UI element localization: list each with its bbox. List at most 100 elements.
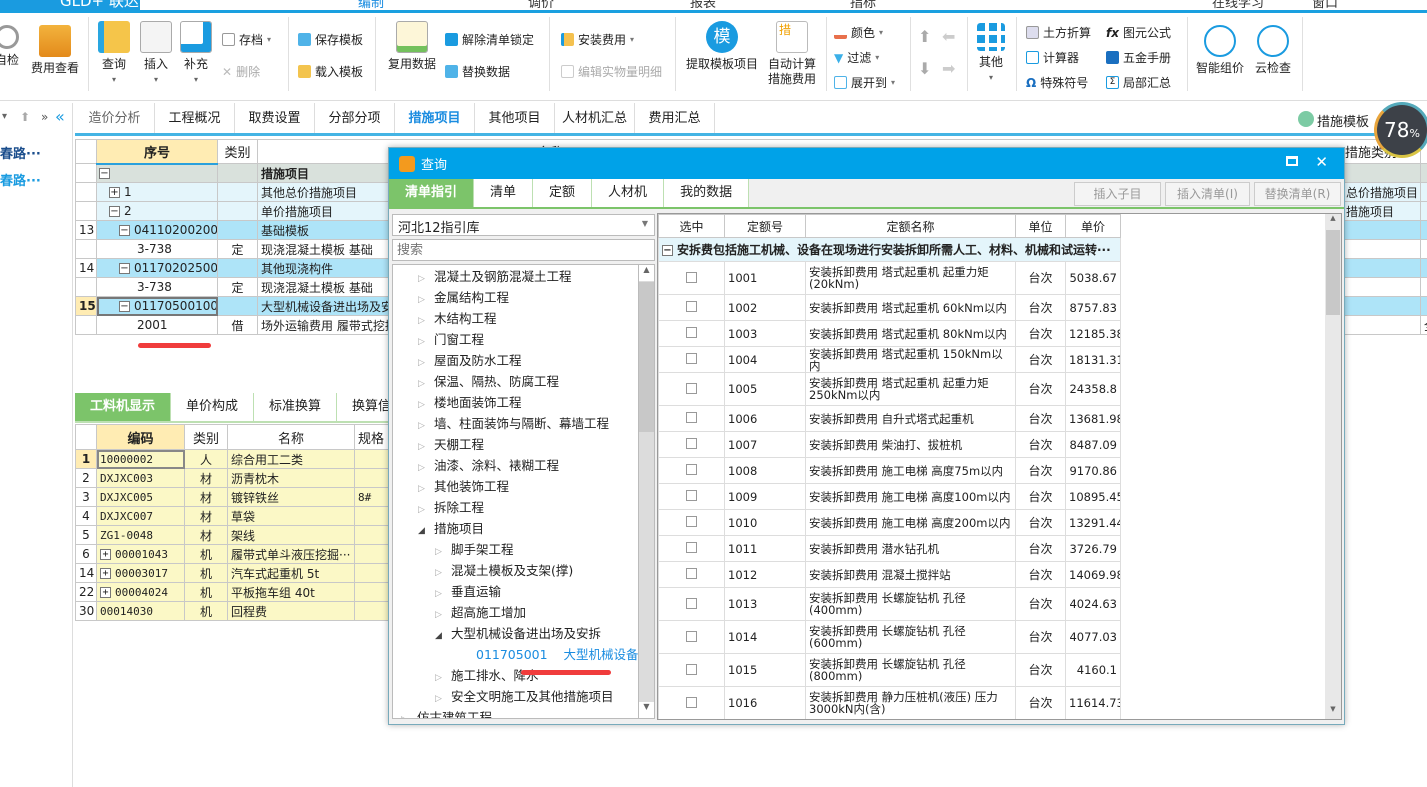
select-cell[interactable] [658, 561, 725, 588]
project-node[interactable]: 春路··· [0, 170, 41, 189]
table-row[interactable]: 1014 安装拆卸费用 长螺旋钻机 孔径(600mm) 台次 4077.03 [658, 620, 1121, 654]
self-check-button[interactable]: 自检 [0, 25, 22, 68]
project-node[interactable]: 春路··· [0, 143, 41, 162]
save-template-button[interactable]: 保存模板 [298, 31, 363, 48]
detail-tab-0[interactable]: 工料机显示 [75, 393, 172, 421]
col-0[interactable]: 选中 [658, 214, 725, 238]
checkbox[interactable] [686, 696, 697, 708]
select-cell[interactable] [658, 535, 725, 562]
expanded-triangle-icon[interactable]: ◢ [435, 626, 445, 647]
checkbox[interactable] [686, 301, 697, 312]
select-cell[interactable] [658, 320, 725, 347]
special-symbol-button[interactable]: Ω 特殊符号 [1026, 74, 1088, 91]
table-row[interactable]: 1 10000002 人综合用工二类 [75, 449, 395, 469]
tab-1[interactable]: 工程概况 [155, 103, 235, 135]
select-cell[interactable] [658, 431, 725, 458]
code-cell[interactable]: +00004024 [96, 582, 185, 602]
tree-node[interactable]: ▷ 保温、隔热、防腐工程 [393, 371, 638, 392]
col-4[interactable]: 单价 [1065, 214, 1121, 238]
seq-cell[interactable]: −011702025001 [96, 258, 218, 278]
col-3[interactable]: 单位 [1015, 214, 1066, 238]
checkbox[interactable] [686, 353, 697, 364]
checkbox[interactable] [686, 568, 697, 579]
select-cell[interactable] [658, 405, 725, 432]
archive-button[interactable]: 存档 ▾ [222, 31, 271, 48]
tab-0[interactable]: 造价分析 [75, 103, 155, 135]
tree-node[interactable]: ▷ 安全文明施工及其他措施项目 [393, 686, 638, 707]
scroll-thumb[interactable] [639, 282, 654, 432]
menu-tab-index[interactable]: 指标 [850, 0, 876, 10]
seq-cell[interactable]: +1 [96, 182, 218, 202]
checkbox[interactable] [686, 412, 697, 423]
collapse-icon[interactable]: − [119, 301, 130, 312]
up-arrow-icon[interactable]: ⬆ [20, 110, 30, 124]
scroll-down-icon[interactable]: ▼ [1325, 705, 1341, 719]
col-1[interactable]: 定额号 [724, 214, 806, 238]
query-button[interactable]: 查询 ▾ [96, 21, 132, 87]
menu-tab-edit[interactable]: 编制 [358, 0, 384, 10]
select-cell[interactable] [658, 620, 725, 654]
scroll-up-icon[interactable]: ▲ [639, 265, 654, 281]
table-row[interactable]: 1006 安装拆卸费用 自升式塔式起重机 台次 13681.98 [658, 405, 1121, 432]
move-up-icon[interactable]: ⬆ [918, 27, 931, 46]
tab-2[interactable]: 取费设置 [235, 103, 315, 135]
scroll-up-icon[interactable]: ▲ [1325, 214, 1341, 228]
table-row[interactable]: 1013 安装拆卸费用 长螺旋钻机 孔径(400mm) 台次 4024.63 [658, 587, 1121, 621]
collapse-icon[interactable]: − [119, 225, 130, 236]
menu-tab-adjust[interactable]: 调价 [528, 0, 554, 10]
select-cell[interactable] [658, 372, 725, 406]
table-row[interactable]: 1010 安装拆卸费用 施工电梯 高度200m以内 台次 13291.44 [658, 509, 1121, 536]
tree-node[interactable]: ▷ 油漆、涂料、裱糊工程 [393, 455, 638, 476]
seq-cell[interactable]: 3-738 [96, 277, 218, 297]
table-row[interactable]: 1002 安装拆卸费用 塔式起重机 60kNm以内 台次 8757.83 [658, 294, 1121, 321]
col-type[interactable]: 类别 [184, 424, 228, 450]
table-row[interactable]: 22 +00004024 机平板拖车组 40t [75, 582, 395, 602]
collapse-icon[interactable]: − [119, 263, 130, 274]
move-down-icon[interactable]: ⬇ [918, 59, 931, 78]
edit-quantity-detail-button[interactable]: 编辑实物量明细 [561, 63, 662, 80]
seq-cell[interactable]: −041102002001 [96, 220, 218, 240]
checkbox[interactable] [686, 438, 697, 449]
online-learning-link[interactable]: 在线学习 [1212, 0, 1264, 10]
tab-6[interactable]: 人材机汇总 [555, 103, 635, 135]
detail-tab-1[interactable]: 单价构成 [171, 393, 255, 421]
table-row[interactable]: 14 +00003017 机汽车式起重机 5t [75, 563, 395, 583]
table-row[interactable]: 2 DXJXC003 材沥青枕木 [75, 468, 395, 488]
element-formula-button[interactable]: fx 图元公式 [1106, 24, 1171, 41]
collapsed-triangle-icon[interactable]: ▷ [401, 710, 411, 718]
select-cell[interactable] [658, 261, 725, 295]
load-template-button[interactable]: 载入模板 [298, 63, 363, 80]
detail-tab-2[interactable]: 标准换算 [254, 393, 338, 421]
table-row[interactable]: 4 DXJXC007 材草袋 [75, 506, 395, 526]
checkbox[interactable] [686, 382, 697, 394]
table-row[interactable]: 5 ZG1-0048 材架线 [75, 525, 395, 545]
insert-subitem-button[interactable]: 插入子目 [1074, 182, 1161, 206]
menu-tab-report[interactable]: 报表 [690, 0, 716, 10]
seq-cell[interactable]: 2001 [96, 315, 218, 335]
seq-cell[interactable]: − [96, 163, 218, 183]
select-cell[interactable] [658, 653, 725, 687]
code-cell[interactable]: DXJXC003 [96, 468, 185, 488]
replace-data-button[interactable]: 替换数据 [445, 63, 510, 80]
tree-node[interactable]: ▷ 超高施工增加 [393, 602, 638, 623]
col-name[interactable]: 名称 [227, 424, 355, 450]
table-row[interactable]: 1001 安装拆卸费用 塔式起重机 起重力矩(20kNm) 台次 5038.67 [658, 261, 1121, 295]
fee-view-button[interactable]: 费用查看 [28, 25, 82, 76]
tree-node[interactable]: ▷ 天棚工程 [393, 434, 638, 455]
table-row[interactable]: 1015 安装拆卸费用 长螺旋钻机 孔径(800mm) 台次 4160.1 [658, 653, 1121, 687]
select-cell[interactable] [658, 457, 725, 484]
dialog-tab-2[interactable]: 定额 [533, 179, 593, 207]
expand-icon[interactable]: + [109, 187, 120, 198]
collapse-panel-icon[interactable]: « [55, 107, 65, 126]
checkbox[interactable] [686, 630, 697, 642]
tree-node[interactable]: ▷ 仿古建筑工程 [393, 707, 638, 718]
seq-cell[interactable]: 3-738 [96, 239, 218, 259]
table-row[interactable]: 1011 安装拆卸费用 潜水钻孔机 台次 3726.79 [658, 535, 1121, 562]
code-cell[interactable]: ZG1-0048 [96, 525, 185, 545]
measure-template-link[interactable]: 措施模板 [1317, 111, 1369, 130]
checkbox[interactable] [686, 663, 697, 675]
partial-summary-button[interactable]: Σ 局部汇总 [1106, 74, 1171, 91]
tree-node[interactable]: ▷ 混凝土及钢筋混凝土工程 [393, 266, 638, 287]
tab-3[interactable]: 分部分项 [315, 103, 395, 135]
table-row[interactable]: 1016 安装拆卸费用 静力压桩机(液压) 压力3000kN内(含) 台次 11614… [658, 686, 1121, 719]
